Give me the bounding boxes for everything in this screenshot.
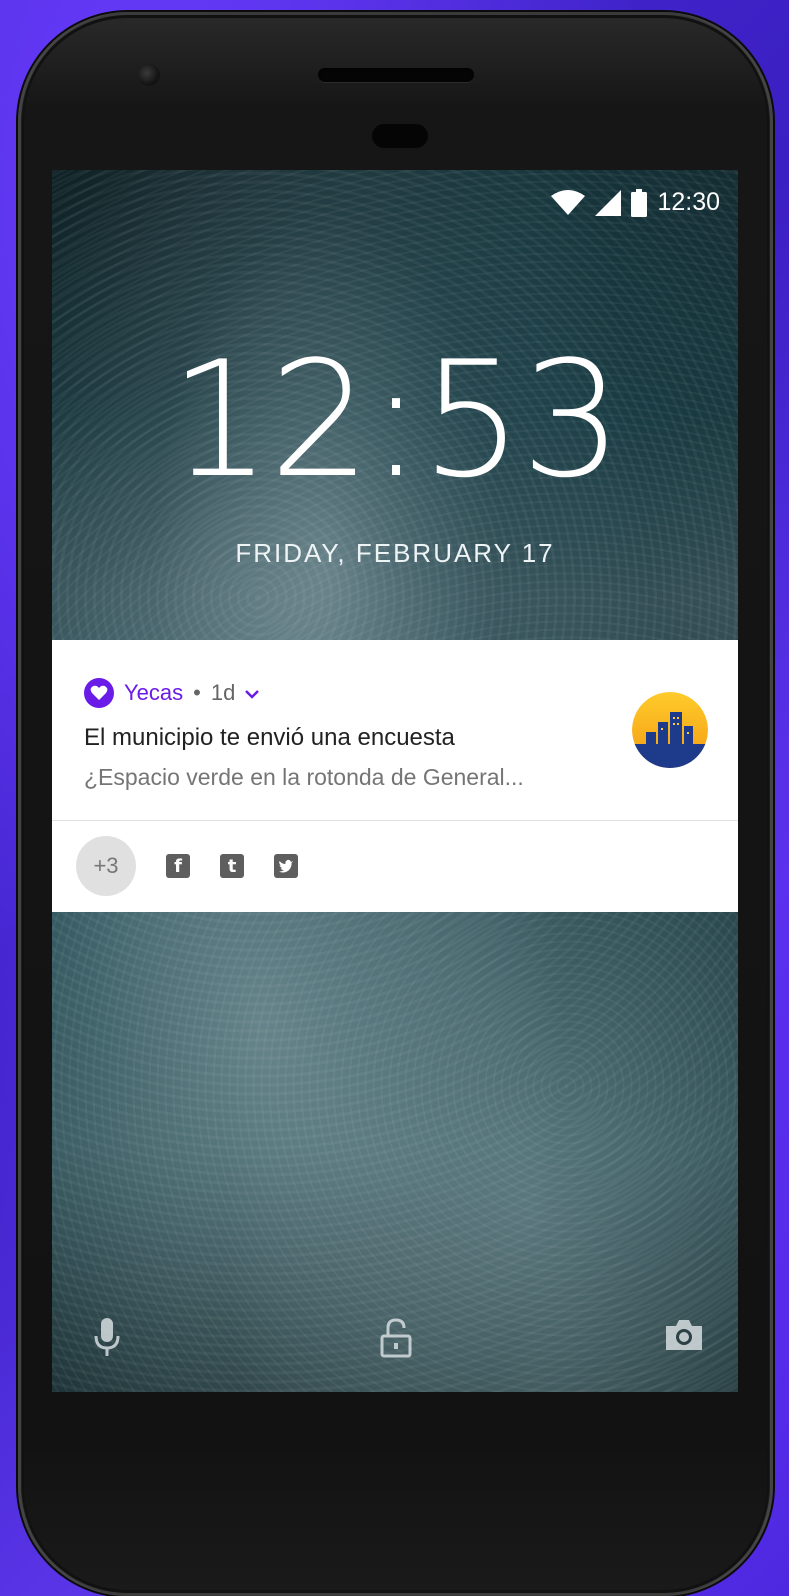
tumblr-icon: t (220, 854, 244, 878)
header-separator: • (193, 680, 201, 705)
twitter-icon (274, 854, 298, 878)
status-bar: 12:30 (551, 188, 720, 217)
heart-icon (84, 678, 114, 708)
bottom-shortcuts (52, 1318, 738, 1366)
notification-actions: +3 f t (76, 836, 298, 896)
status-time: 12:30 (657, 188, 720, 216)
notification-title: El municipio te envió una encuesta (84, 724, 455, 751)
notification-divider (52, 820, 738, 821)
notification-card[interactable]: Yecas • 1d El municipio te envió una enc… (52, 640, 738, 912)
proximity-sensor (372, 124, 428, 148)
unlock-icon[interactable] (380, 1318, 412, 1363)
wifi-icon (551, 189, 586, 216)
chevron-down-icon[interactable] (245, 680, 260, 706)
more-notifications-badge[interactable]: +3 (76, 836, 136, 896)
notification-age: 1d (210, 680, 236, 705)
app-name: Yecas (124, 680, 184, 705)
battery-icon (631, 188, 648, 217)
front-camera (138, 64, 160, 86)
earpiece-speaker (318, 68, 474, 82)
notification-body: ¿Espacio verde en la rotonda de General.… (84, 764, 524, 790)
lock-screen: 12:30 12:53 FRIDAY, FEBRUARY 17 Yecas • … (52, 170, 738, 1392)
facebook-icon: f (166, 854, 190, 878)
camera-icon[interactable] (664, 1318, 704, 1357)
microphone-icon[interactable] (94, 1318, 120, 1363)
notification-header: Yecas • 1d (84, 678, 260, 708)
city-logo-icon (632, 692, 708, 768)
phone-frame: 12:30 12:53 FRIDAY, FEBRUARY 17 Yecas • … (18, 12, 773, 1596)
lock-date: FRIDAY, FEBRUARY 17 (235, 538, 555, 568)
cell-signal-icon (595, 189, 622, 216)
lock-clock: 12:53 (169, 326, 622, 513)
